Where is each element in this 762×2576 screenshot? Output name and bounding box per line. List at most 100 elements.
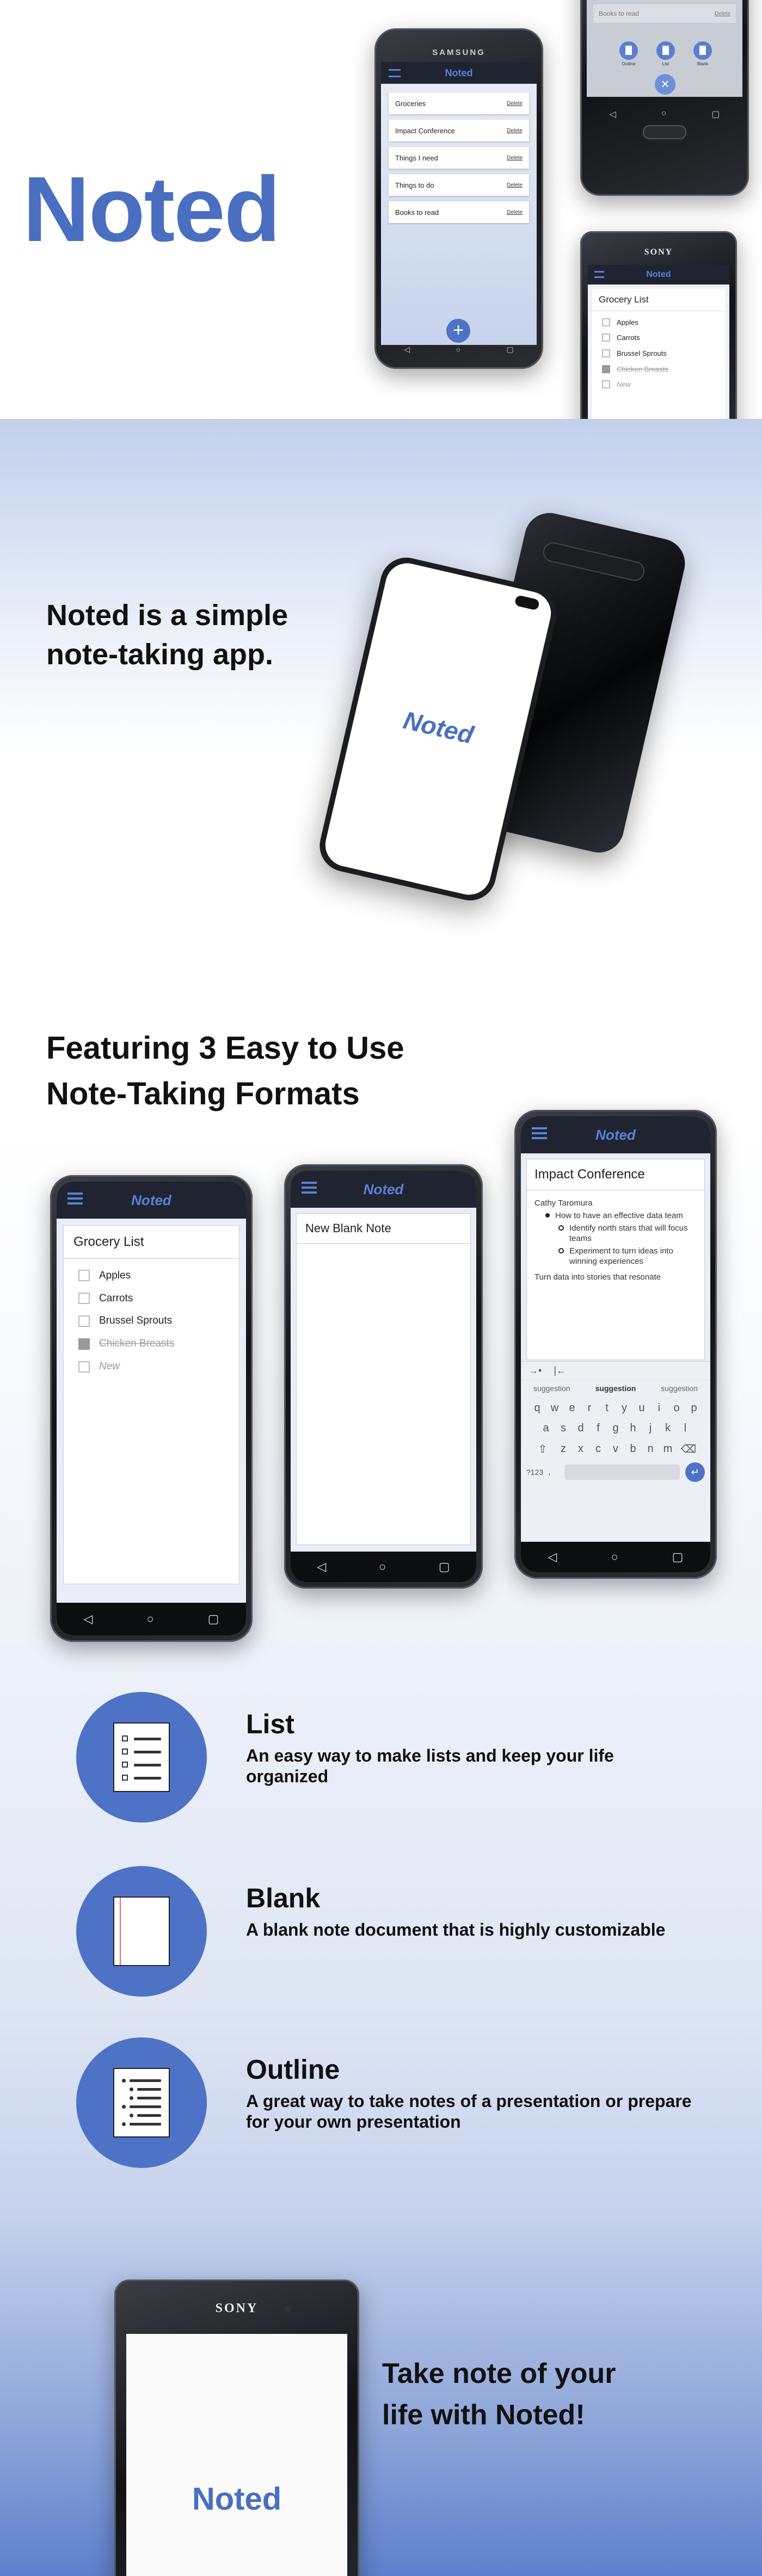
checkbox[interactable] bbox=[78, 1361, 90, 1373]
recent-icon[interactable]: ▢ bbox=[439, 1560, 450, 1574]
checkbox[interactable] bbox=[602, 365, 610, 373]
key-b[interactable]: b bbox=[624, 1443, 642, 1455]
list-format-phone: Noted Grocery List Apples Carrots Brussel … bbox=[50, 1175, 253, 1642]
recent-icon[interactable]: ▢ bbox=[672, 1550, 684, 1564]
note-row[interactable]: Things I need Delete bbox=[389, 147, 529, 169]
list-item[interactable]: Chicken Breasts bbox=[64, 1332, 239, 1355]
checkbox[interactable] bbox=[78, 1338, 90, 1350]
outdent-icon[interactable]: |← bbox=[554, 1365, 566, 1376]
key-n[interactable]: n bbox=[642, 1443, 659, 1455]
home-button[interactable] bbox=[643, 125, 686, 139]
list-item[interactable]: Carrots bbox=[592, 330, 725, 346]
key-c[interactable]: c bbox=[589, 1443, 607, 1455]
note-title[interactable]: New Blank Note bbox=[297, 1214, 470, 1244]
key-z[interactable]: z bbox=[555, 1443, 572, 1455]
new-item-row[interactable]: New bbox=[592, 376, 725, 392]
fab-option-outline[interactable]: Outline bbox=[619, 41, 638, 66]
key-g[interactable]: g bbox=[607, 1422, 624, 1435]
backspace-key[interactable]: ⌫ bbox=[677, 1442, 700, 1456]
back-icon[interactable]: ◁ bbox=[317, 1560, 326, 1574]
home-icon[interactable]: ○ bbox=[146, 1612, 153, 1626]
checkbox[interactable] bbox=[78, 1315, 90, 1327]
key-a[interactable]: a bbox=[537, 1422, 555, 1435]
note-row[interactable]: Things to do Delete bbox=[389, 174, 529, 196]
key-q[interactable]: q bbox=[529, 1402, 546, 1414]
delete-link[interactable]: Delete bbox=[507, 155, 523, 161]
back-icon[interactable]: ◁ bbox=[548, 1550, 557, 1564]
key-m[interactable]: m bbox=[659, 1443, 677, 1455]
back-icon[interactable]: ◁ bbox=[609, 109, 616, 120]
delete-link[interactable]: Delete bbox=[507, 101, 523, 107]
checkbox[interactable] bbox=[602, 318, 610, 326]
list-item[interactable]: Carrots bbox=[64, 1287, 239, 1310]
key-t[interactable]: t bbox=[598, 1402, 616, 1414]
home-icon[interactable]: ○ bbox=[611, 1550, 618, 1564]
key-y[interactable]: y bbox=[616, 1402, 633, 1414]
back-icon[interactable]: ◁ bbox=[404, 345, 410, 356]
list-item[interactable]: Chicken Breasts bbox=[592, 361, 725, 377]
menu-icon[interactable] bbox=[594, 271, 604, 278]
suggestion-chip[interactable]: suggestion bbox=[661, 1384, 698, 1393]
key-r[interactable]: r bbox=[581, 1402, 598, 1414]
key-k[interactable]: k bbox=[659, 1422, 677, 1435]
key-v[interactable]: v bbox=[607, 1443, 624, 1455]
home-icon[interactable]: ○ bbox=[661, 109, 667, 120]
note-row[interactable]: Groceries Delete bbox=[389, 92, 529, 114]
enter-key[interactable]: ↵ bbox=[685, 1462, 705, 1482]
add-note-button[interactable]: + bbox=[446, 319, 470, 343]
checkbox[interactable] bbox=[78, 1270, 90, 1282]
suggestion-chip[interactable]: suggestion bbox=[595, 1384, 636, 1393]
checkbox[interactable] bbox=[602, 333, 610, 342]
note-row[interactable]: Books to read Delete bbox=[593, 4, 736, 23]
space-key[interactable] bbox=[564, 1465, 680, 1480]
delete-link[interactable]: Delete bbox=[715, 11, 730, 17]
key-o[interactable]: o bbox=[668, 1402, 685, 1414]
app-title: Noted bbox=[363, 1181, 404, 1197]
checkbox[interactable] bbox=[602, 349, 610, 357]
indent-icon[interactable]: →• bbox=[529, 1365, 542, 1376]
shift-key[interactable]: ⇧ bbox=[531, 1442, 555, 1456]
sub-bullet bbox=[558, 1225, 564, 1231]
fab-option-blank[interactable]: Blank bbox=[693, 41, 712, 66]
delete-link[interactable]: Delete bbox=[507, 182, 523, 188]
key-u[interactable]: u bbox=[633, 1402, 650, 1414]
recent-icon[interactable]: ▢ bbox=[208, 1612, 219, 1626]
suggestion-chip[interactable]: suggestion bbox=[533, 1384, 570, 1393]
back-icon[interactable]: ◁ bbox=[83, 1612, 93, 1626]
fab-option-list[interactable]: List bbox=[656, 41, 675, 66]
key-w[interactable]: w bbox=[546, 1402, 563, 1414]
menu-icon[interactable] bbox=[389, 69, 401, 77]
key-e[interactable]: e bbox=[563, 1402, 581, 1414]
comma-key[interactable]: , bbox=[548, 1467, 559, 1477]
list-item[interactable]: Brussel Sprouts bbox=[592, 345, 725, 361]
recent-icon[interactable]: ▢ bbox=[507, 345, 514, 356]
key-s[interactable]: s bbox=[555, 1422, 572, 1435]
list-item[interactable]: Apples bbox=[64, 1264, 239, 1287]
key-i[interactable]: i bbox=[650, 1402, 668, 1414]
list-item[interactable]: Apples bbox=[592, 314, 725, 330]
note-row[interactable]: Impact Conference Delete bbox=[389, 120, 529, 141]
checkbox[interactable] bbox=[602, 380, 610, 389]
key-p[interactable]: p bbox=[685, 1402, 703, 1414]
new-item-row[interactable]: New bbox=[64, 1355, 239, 1378]
delete-link[interactable]: Delete bbox=[507, 209, 523, 215]
close-fab-button[interactable]: × bbox=[655, 74, 675, 95]
note-row[interactable]: Books to read Delete bbox=[389, 201, 529, 223]
key-x[interactable]: x bbox=[572, 1443, 589, 1455]
symbols-key[interactable]: ?123 bbox=[526, 1468, 548, 1477]
key-j[interactable]: j bbox=[642, 1422, 659, 1435]
home-icon[interactable]: ○ bbox=[456, 345, 460, 356]
menu-icon[interactable] bbox=[67, 1193, 83, 1204]
outline-screen: Noted Impact Conference Cathy Taromura H… bbox=[521, 1116, 710, 1572]
menu-icon[interactable] bbox=[302, 1182, 317, 1194]
checkbox[interactable] bbox=[78, 1293, 90, 1305]
recent-icon[interactable]: ▢ bbox=[711, 109, 720, 120]
home-icon[interactable]: ○ bbox=[379, 1560, 386, 1574]
key-h[interactable]: h bbox=[624, 1422, 642, 1435]
key-f[interactable]: f bbox=[589, 1422, 607, 1435]
menu-icon[interactable] bbox=[532, 1127, 547, 1139]
list-item[interactable]: Brussel Sprouts bbox=[64, 1310, 239, 1333]
delete-link[interactable]: Delete bbox=[507, 128, 523, 134]
key-l[interactable]: l bbox=[677, 1422, 694, 1435]
key-d[interactable]: d bbox=[572, 1422, 589, 1435]
